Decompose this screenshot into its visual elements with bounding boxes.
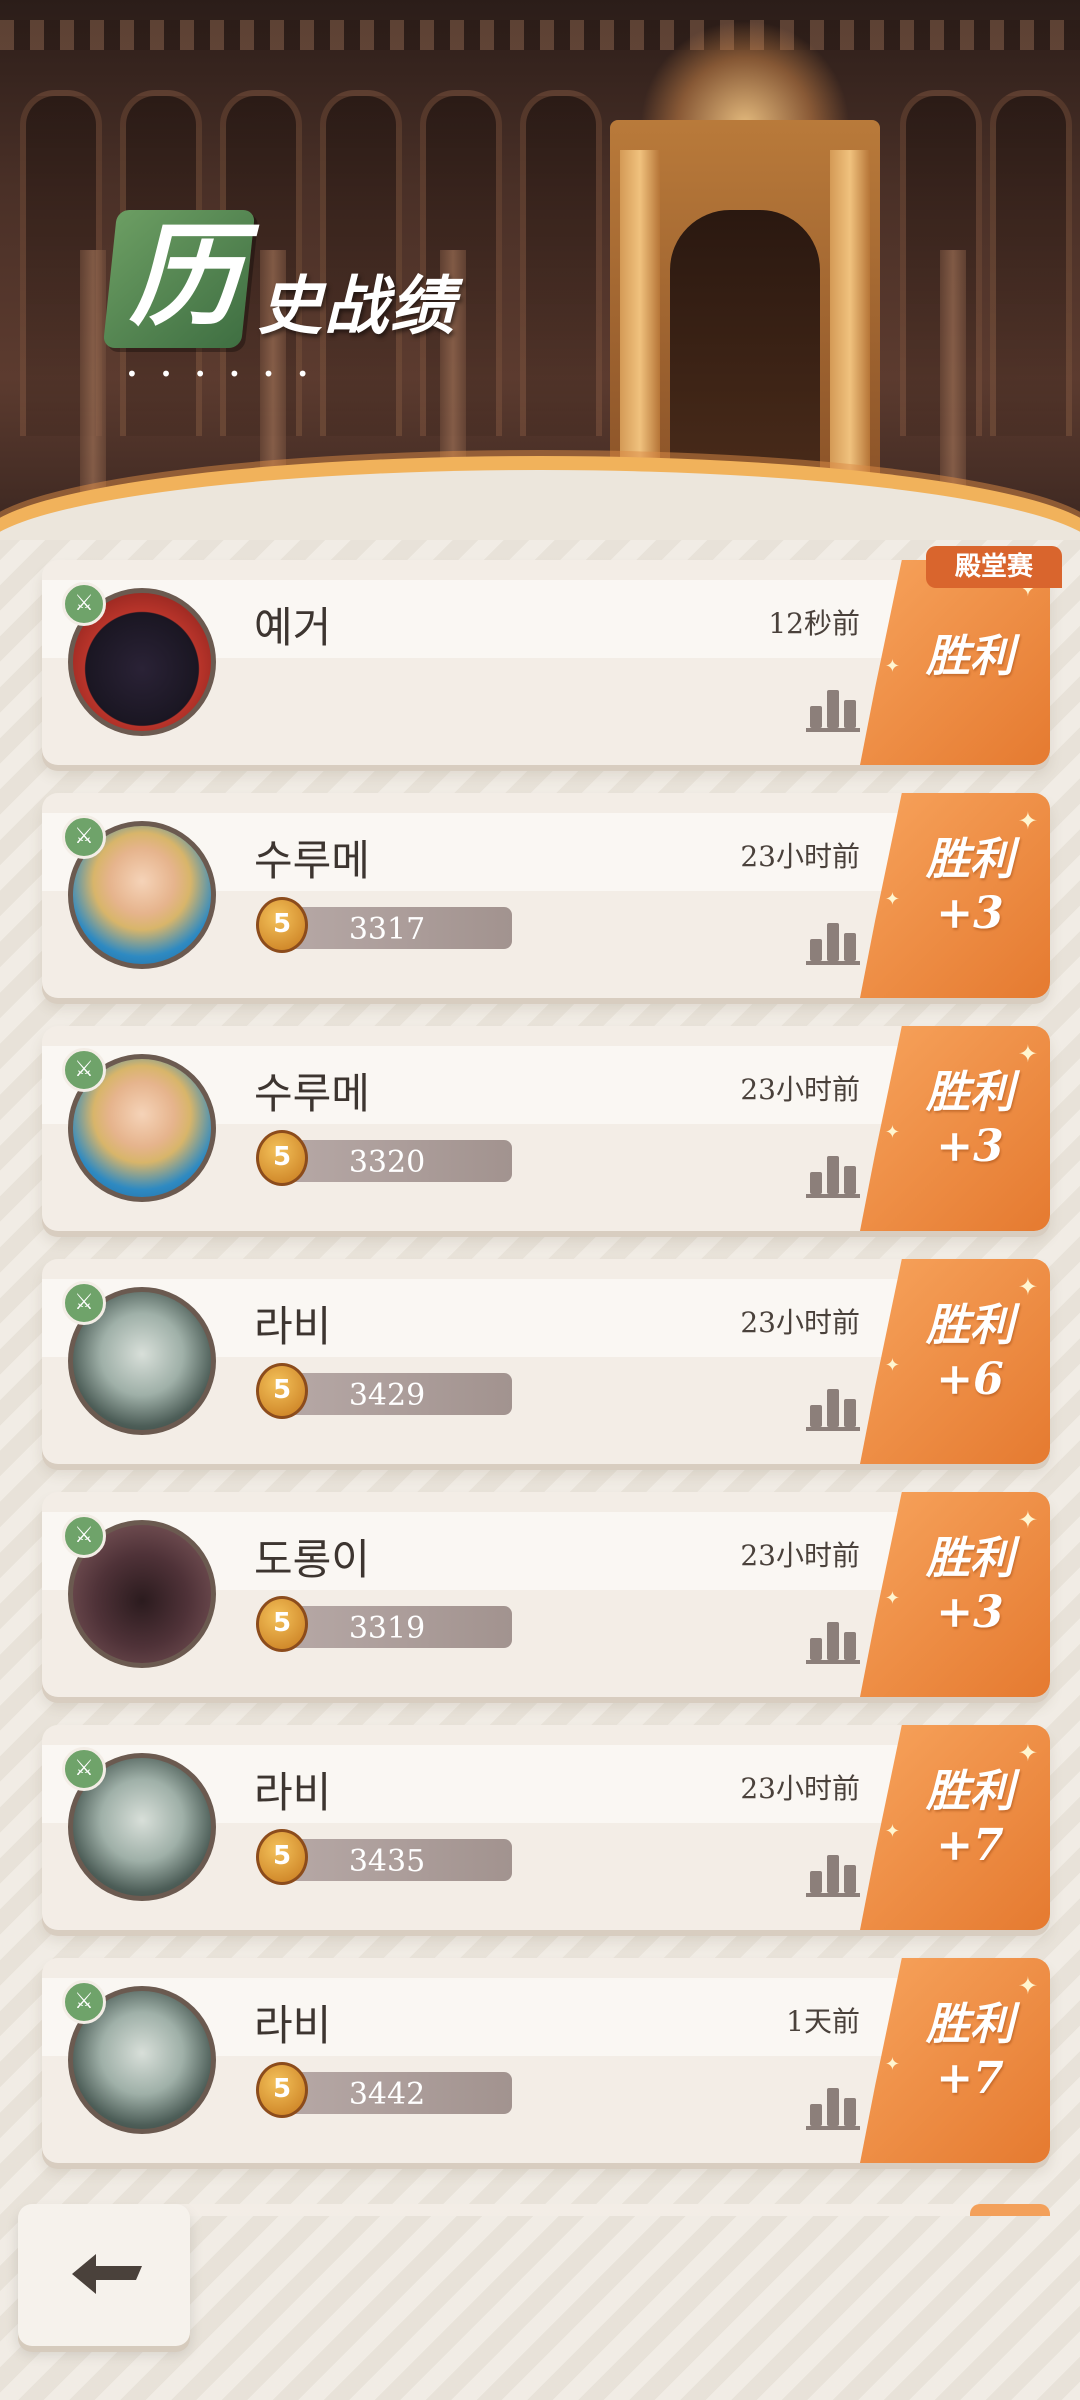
result-label: 胜利 +7 [890,1765,1050,1873]
score-delta: +3 [936,1121,1004,1172]
pick-icon: ⚔ [62,1281,106,1325]
player-name: 라비 [254,1302,332,1351]
match-time: 1天前 [786,2005,860,2038]
player-name: 라비 [254,2001,332,2050]
header-wave-divider [0,470,1080,540]
hero-avatar[interactable]: ⚔ [62,1281,222,1441]
title-dots: • • • • • • [126,362,317,386]
match-card[interactable]: ⚔ 수루메 23小时前 5 3320 ✦ ✦ 胜利 +3 [42,1026,1050,1231]
stats-bar-chart-icon[interactable] [806,1148,860,1198]
hero-avatar[interactable]: ⚔ [62,1514,222,1674]
player-name: 예거 [254,603,332,652]
stats-bar-chart-icon[interactable] [806,1847,860,1897]
sparkle-icon: ✦ [1017,1040,1038,1068]
result-word: 胜利 [926,834,1014,885]
hero-avatar[interactable]: ⚔ [62,1747,222,1907]
rank-score-value: 3429 [348,1378,426,1413]
match-card[interactable]: ⚔ 라비 23小时前 5 3435 ✦ ✦ 胜利 +7 [42,1725,1050,1930]
sparkle-icon: ✦ [1017,807,1038,835]
pick-icon: ⚔ [62,582,106,626]
header-banner: 历 史战绩 • • • • • • [0,0,1080,540]
sparkle-icon: ✦ [1017,1739,1038,1767]
rank-score: 5 3435 [256,1829,512,1885]
player-name: 수루메 [254,1069,370,1118]
next-card-peek [42,2204,1050,2216]
match-card[interactable]: ⚔ 수루메 23小时前 5 3317 ✦ ✦ 胜利 +3 [42,793,1050,998]
back-button[interactable] [18,2204,190,2346]
result-label: 胜利 +3 [890,833,1050,941]
match-time: 23小时前 [740,1073,860,1106]
stats-bar-chart-icon[interactable] [806,1614,860,1664]
result-label: 胜利 +7 [890,1998,1050,2106]
result-word: 胜利 [926,631,1014,682]
hero-avatar[interactable]: ⚔ [62,1980,222,2140]
back-arrow-icon [72,2254,142,2294]
match-time: 23小时前 [740,1539,860,1572]
hero-avatar[interactable]: ⚔ [62,815,222,975]
result-word: 胜利 [926,1533,1014,1584]
pick-icon: ⚔ [62,1514,106,1558]
player-name: 라비 [254,1768,332,1817]
match-card[interactable]: ⚔ 라비 23小时前 5 3429 ✦ ✦ 胜利 +6 [42,1259,1050,1464]
rank-score: 5 3429 [256,1363,512,1419]
stats-bar-chart-icon[interactable] [806,1381,860,1431]
score-delta: +7 [936,2053,1004,2104]
rank-score-value: 3435 [348,1844,426,1879]
pick-icon: ⚔ [62,1747,106,1791]
result-label: 胜利 +6 [890,1299,1050,1407]
result-label: 胜利 +3 [890,1532,1050,1640]
match-card[interactable]: ⚔ 예거 12秒前 ✦ ✦ 胜利 [42,560,1050,765]
rank-score: 5 3320 [256,1130,512,1186]
palace-gate-image [610,120,880,500]
match-card[interactable]: ⚔ 도롱이 23小时前 5 3319 ✦ ✦ 胜利 +3 [42,1492,1050,1697]
title-first-char: 历 [129,211,241,342]
match-time: 23小时前 [740,1306,860,1339]
pick-icon: ⚔ [62,815,106,859]
match-time: 23小时前 [740,1772,860,1805]
balcony-decoration [0,20,1080,50]
player-name: 도롱이 [254,1535,370,1584]
pick-icon: ⚔ [62,1048,106,1092]
hero-avatar[interactable]: ⚔ [62,1048,222,1208]
player-name: 수루메 [254,836,370,885]
result-label: 胜利 +3 [890,1066,1050,1174]
rank-score: 5 3319 [256,1596,512,1652]
hero-avatar[interactable]: ⚔ [62,582,222,742]
rank-score: 5 3442 [256,2062,512,2118]
stats-bar-chart-icon[interactable] [806,682,860,732]
pick-icon: ⚔ [62,1980,106,2024]
score-delta: +6 [936,1354,1004,1405]
stats-bar-chart-icon[interactable] [806,915,860,965]
result-word: 胜利 [926,1999,1014,2050]
rank-score: 5 3317 [256,897,512,953]
rank-score-value: 3320 [348,1145,426,1180]
sparkle-icon: ✦ [1017,1506,1038,1534]
rank-score-value: 3317 [348,912,426,947]
score-delta: +3 [936,1587,1004,1638]
match-card[interactable]: ⚔ 라비 1天前 5 3442 ✦ ✦ 胜利 +7 [42,1958,1050,2163]
sparkle-icon: ✦ [1017,1273,1038,1301]
rank-score-value: 3319 [348,1611,426,1646]
result-word: 胜利 [926,1067,1014,1118]
page-title: 史战绩 [258,269,456,344]
rank-score-value: 3442 [348,2077,426,2112]
next-card-peek-result [970,2204,1050,2216]
match-time: 23小时前 [740,840,860,873]
result-label: 胜利 [890,630,1050,684]
result-word: 胜利 [926,1300,1014,1351]
sparkle-icon: ✦ [1017,1972,1038,2000]
score-delta: +3 [936,888,1004,939]
hall-match-tag: 殿堂赛 [926,546,1062,588]
stats-bar-chart-icon[interactable] [806,2080,860,2130]
match-time: 12秒前 [768,607,860,640]
result-word: 胜利 [926,1766,1014,1817]
score-delta: +7 [936,1820,1004,1871]
